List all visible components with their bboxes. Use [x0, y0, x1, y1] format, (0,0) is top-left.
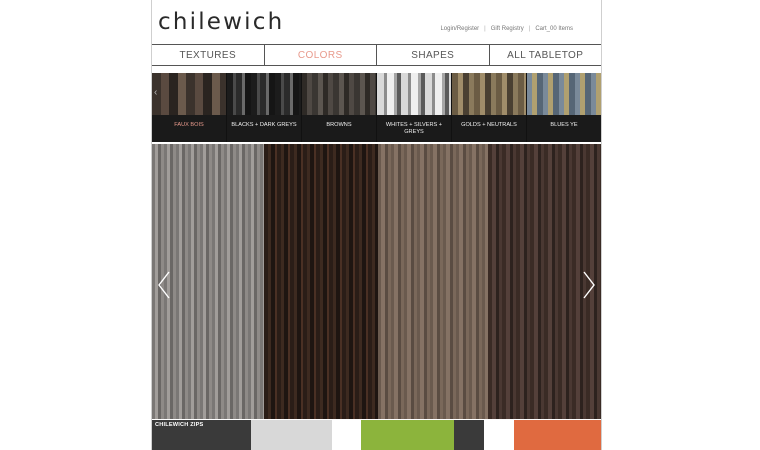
promo-green-product[interactable] [334, 420, 484, 450]
promo-row: CHILEWICH ZIPS [152, 420, 601, 450]
swatch-golds-neutrals[interactable]: GOLDS + NEUTRALS [452, 73, 527, 142]
main-nav: TEXTURES COLORS SHAPES ALL TABLETOP [152, 44, 601, 66]
logo[interactable]: chilewich [158, 9, 284, 35]
swatch-whites-silvers-greys[interactable]: WHITES + SILVERS + GREYS [377, 73, 452, 142]
chevron-right-icon[interactable] [578, 270, 598, 300]
promo-orange-product[interactable] [514, 420, 601, 450]
swatch-blacks-dark-greys[interactable]: BLACKS + DARK GREYS [227, 73, 302, 142]
cart-link[interactable]: Cart_00 Items [535, 26, 573, 32]
promo-label: CHILEWICH ZIPS [155, 422, 204, 428]
separator: | [484, 26, 486, 32]
chevron-left-icon[interactable] [155, 270, 175, 300]
swatch-faux-bois[interactable]: FAUX BOIS ‹ [152, 73, 227, 142]
swatch-label: WHITES + SILVERS + GREYS [377, 115, 451, 142]
gift-registry-link[interactable]: Gift Registry [491, 26, 524, 32]
login-register-link[interactable]: Login/Register [440, 26, 479, 32]
page-container: chilewich Login/Register | Gift Registry… [151, 0, 602, 450]
hero-carousel [152, 144, 601, 419]
tab-all-tabletop[interactable]: ALL TABLETOP [490, 45, 602, 65]
swatch-label: GOLDS + NEUTRALS [452, 115, 526, 142]
swatch-browns[interactable]: BROWNS [302, 73, 377, 142]
utility-links: Login/Register | Gift Registry | Cart_00… [440, 26, 573, 32]
header: chilewich Login/Register | Gift Registry… [152, 0, 601, 44]
swatch-label: BROWNS [302, 115, 376, 142]
color-category-strip: FAUX BOIS ‹ BLACKS + DARK GREYS BROWNS W… [152, 73, 601, 142]
separator: | [528, 26, 531, 32]
wood-plank-light-brown [378, 144, 488, 419]
swatch-blues[interactable]: BLUES YE [527, 73, 601, 142]
swatch-label: FAUX BOIS [152, 115, 226, 142]
tab-shapes[interactable]: SHAPES [377, 45, 490, 65]
tab-colors[interactable]: COLORS [265, 45, 377, 65]
tab-textures[interactable]: TEXTURES [152, 45, 265, 65]
swatch-label: BLUES YE [527, 115, 601, 142]
wood-plank-dark [264, 144, 378, 419]
chevron-left-icon[interactable]: ‹ [154, 87, 157, 98]
swatch-label: BLACKS + DARK GREYS [227, 115, 301, 142]
promo-chilewich-zips[interactable]: CHILEWICH ZIPS [152, 420, 332, 450]
